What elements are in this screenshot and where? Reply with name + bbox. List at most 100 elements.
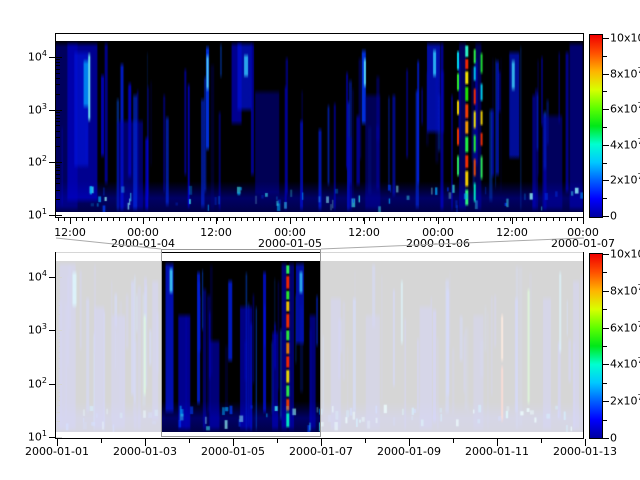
detail-x-minor-tick [553, 218, 554, 221]
detail-colorbar-tick [603, 216, 609, 217]
context-x-minor-tick [541, 439, 542, 443]
detail-x-minor-tick [278, 218, 279, 221]
detail-x-minor-tick [320, 218, 321, 221]
context-colorbar-tick [603, 383, 607, 384]
detail-x-minor-tick [88, 218, 89, 221]
context-x-tick-label: 2000-01-01 [25, 446, 89, 457]
detail-x-tick-label: 12:00 [348, 227, 380, 238]
detail-x-minor-tick [339, 218, 340, 221]
context-colorbar-label: 10x107 [610, 249, 640, 260]
context-colorbar-tick [603, 291, 609, 292]
context-y-tick-label: 103 [20, 325, 47, 336]
context-x-minor-tick [277, 439, 278, 443]
context-unselected-wash-right [321, 252, 583, 438]
detail-x-minor-tick [113, 218, 114, 221]
detail-x-minor-tick [296, 218, 297, 221]
context-y-tick-label: 101 [20, 432, 47, 443]
context-colorbar-label: 4x107 [610, 359, 640, 370]
detail-x-minor-tick [485, 218, 486, 221]
detail-x-minor-tick [107, 218, 108, 221]
detail-x-minor-tick [308, 218, 309, 221]
detail-x-minor-tick [333, 218, 334, 221]
detail-x-minor-tick [168, 218, 169, 221]
context-colorbar-tick [603, 346, 607, 347]
detail-x-major-tick [583, 218, 584, 224]
context-colorbar-label: 0 [610, 433, 617, 444]
detail-x-minor-tick [577, 218, 578, 221]
detail-colorbar-tick [603, 163, 607, 164]
detail-y-minor-tick [56, 84, 60, 85]
detail-x-minor-tick [540, 218, 541, 221]
context-x-minor-tick [189, 439, 190, 443]
detail-y-minor-tick [56, 190, 60, 191]
context-x-minor-tick [453, 439, 454, 443]
context-x-minor-tick [101, 439, 102, 443]
detail-y-minor-tick [56, 118, 60, 119]
detail-y-major-tick [49, 110, 62, 111]
detail-x-minor-tick [210, 218, 211, 221]
context-colorbar-tick [603, 328, 609, 329]
detail-colorbar-label: 10x107 [610, 33, 640, 44]
detail-x-minor-tick [302, 218, 303, 221]
detail-x-minor-tick [131, 218, 132, 221]
detail-y-minor-tick [56, 112, 60, 113]
detail-x-minor-tick [351, 218, 352, 221]
time-range-selection-rect[interactable] [161, 249, 321, 437]
context-colorbar-tick [603, 364, 609, 365]
detail-y-tick-label: 103 [20, 104, 47, 115]
context-x-tick-label: 2000-01-07 [289, 446, 353, 457]
detail-x-minor-tick [58, 218, 59, 221]
detail-x-minor-tick [424, 218, 425, 221]
detail-x-minor-tick [473, 218, 474, 221]
detail-panel-box[interactable] [55, 33, 584, 218]
detail-x-minor-tick [436, 218, 437, 221]
detail-x-minor-tick [290, 218, 291, 221]
detail-x-minor-tick [162, 218, 163, 221]
detail-y-minor-tick [56, 178, 60, 179]
detail-colorbar-tick [603, 74, 609, 75]
detail-x-tick-label: 12:00 [200, 227, 232, 238]
detail-x-minor-tick [406, 218, 407, 221]
detail-x-minor-tick [504, 218, 505, 221]
detail-y-minor-tick [56, 165, 60, 166]
detail-y-tick-label: 102 [20, 157, 47, 168]
context-colorbar-tick [603, 309, 607, 310]
detail-y-tick-label: 104 [20, 51, 47, 62]
detail-x-minor-tick [498, 218, 499, 221]
detail-colorbar-label: 4x107 [610, 139, 640, 150]
detail-y-minor-tick [56, 62, 60, 63]
detail-x-minor-tick [394, 218, 395, 221]
detail-x-minor-tick [571, 218, 572, 221]
detail-y-minor-tick [56, 170, 60, 171]
spectrogram-viewer: 12:0000:002000-01-0412:0000:002000-01-05… [0, 0, 640, 480]
detail-x-minor-tick [388, 218, 389, 221]
detail-y-minor-tick [56, 131, 60, 132]
detail-colorbar-tick [603, 127, 607, 128]
context-colorbar-tick [603, 438, 609, 439]
detail-colorbar-tick [603, 56, 607, 57]
detail-y-major-tick [49, 57, 62, 58]
context-x-minor-tick [365, 439, 366, 443]
context-colorbar-tick [603, 401, 609, 402]
detail-x-minor-tick [430, 218, 431, 221]
detail-y-minor-tick [56, 137, 60, 138]
detail-y-major-tick [49, 162, 62, 163]
detail-x-minor-tick [455, 218, 456, 221]
detail-x-minor-tick [363, 218, 364, 221]
detail-x-minor-tick [174, 218, 175, 221]
context-x-tick-label: 2000-01-11 [465, 446, 529, 457]
detail-y-minor-tick [56, 41, 60, 42]
context-x-tick-label: 2000-01-05 [201, 446, 265, 457]
detail-y-minor-tick [56, 59, 60, 60]
detail-y-minor-tick [56, 125, 60, 126]
context-colorbar-label: 8x107 [610, 285, 640, 296]
detail-x-minor-tick [400, 218, 401, 221]
detail-x-minor-tick [198, 218, 199, 221]
detail-x-minor-tick [528, 218, 529, 221]
context-colorbar-tick [603, 420, 607, 421]
detail-x-tick-label: 12:00 [54, 227, 86, 238]
detail-x-minor-tick [272, 218, 273, 221]
detail-x-minor-tick [559, 218, 560, 221]
detail-x-tick-label: 00:002000-01-04 [111, 227, 175, 249]
context-colorbar-label: 6x107 [610, 322, 640, 333]
